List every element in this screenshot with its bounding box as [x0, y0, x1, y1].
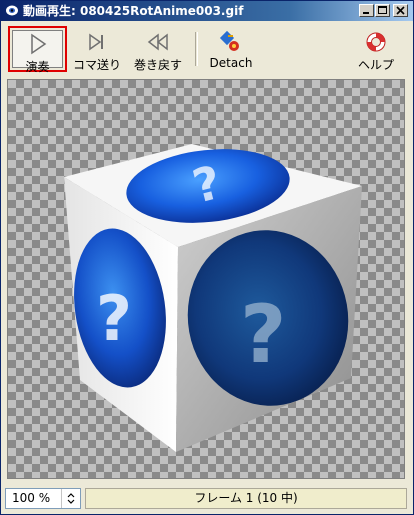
detach-button[interactable]: Detach	[205, 26, 257, 72]
close-icon	[396, 6, 405, 15]
spin-arrows-icon[interactable]	[61, 489, 80, 508]
play-icon	[30, 33, 46, 55]
zoom-value: 100 %	[12, 491, 51, 505]
step-forward-icon	[89, 33, 103, 51]
detach-label: Detach	[209, 56, 253, 70]
play-button[interactable]: 演奏	[8, 26, 67, 74]
app-icon	[6, 5, 18, 16]
help-label: ヘルプ	[357, 58, 394, 72]
toolbar-separator	[195, 32, 198, 66]
minimize-button[interactable]	[359, 4, 374, 17]
animation-player-window: 動画再生: 080425RotAnime003.gif 演奏 コマ送り 巻き戻す	[0, 0, 414, 515]
svg-text:?: ?	[96, 282, 132, 355]
rewind-button[interactable]: 巻き戻す	[129, 26, 187, 72]
cube-image: ? ? ?	[64, 144, 362, 452]
maximize-icon	[378, 6, 387, 14]
help-button[interactable]: ヘルプ	[353, 26, 399, 72]
step-frame-button[interactable]: コマ送り	[71, 26, 123, 72]
title-bar[interactable]: 動画再生: 080425RotAnime003.gif	[1, 1, 413, 21]
minimize-icon	[363, 12, 369, 14]
play-label: 演奏	[25, 60, 50, 74]
frame-indicator: フレーム 1 (10 中)	[85, 488, 407, 509]
zoom-spinbox[interactable]: 100 %	[5, 488, 81, 509]
window-title: 動画再生: 080425RotAnime003.gif	[23, 4, 244, 18]
svg-text:?: ?	[240, 288, 286, 381]
animation-canvas: ? ? ?	[7, 79, 405, 479]
step-frame-label: コマ送り	[72, 58, 121, 72]
rewind-icon	[147, 33, 168, 51]
lifebuoy-icon	[366, 32, 386, 52]
rewind-label: 巻き戻す	[133, 58, 182, 72]
close-button[interactable]	[393, 4, 408, 17]
detach-icon	[219, 30, 239, 51]
maximize-button[interactable]	[375, 4, 390, 17]
toolbar: 演奏 コマ送り 巻き戻す Detach ヘルプ	[1, 22, 413, 76]
status-bar: 100 % フレーム 1 (10 中)	[1, 485, 413, 513]
